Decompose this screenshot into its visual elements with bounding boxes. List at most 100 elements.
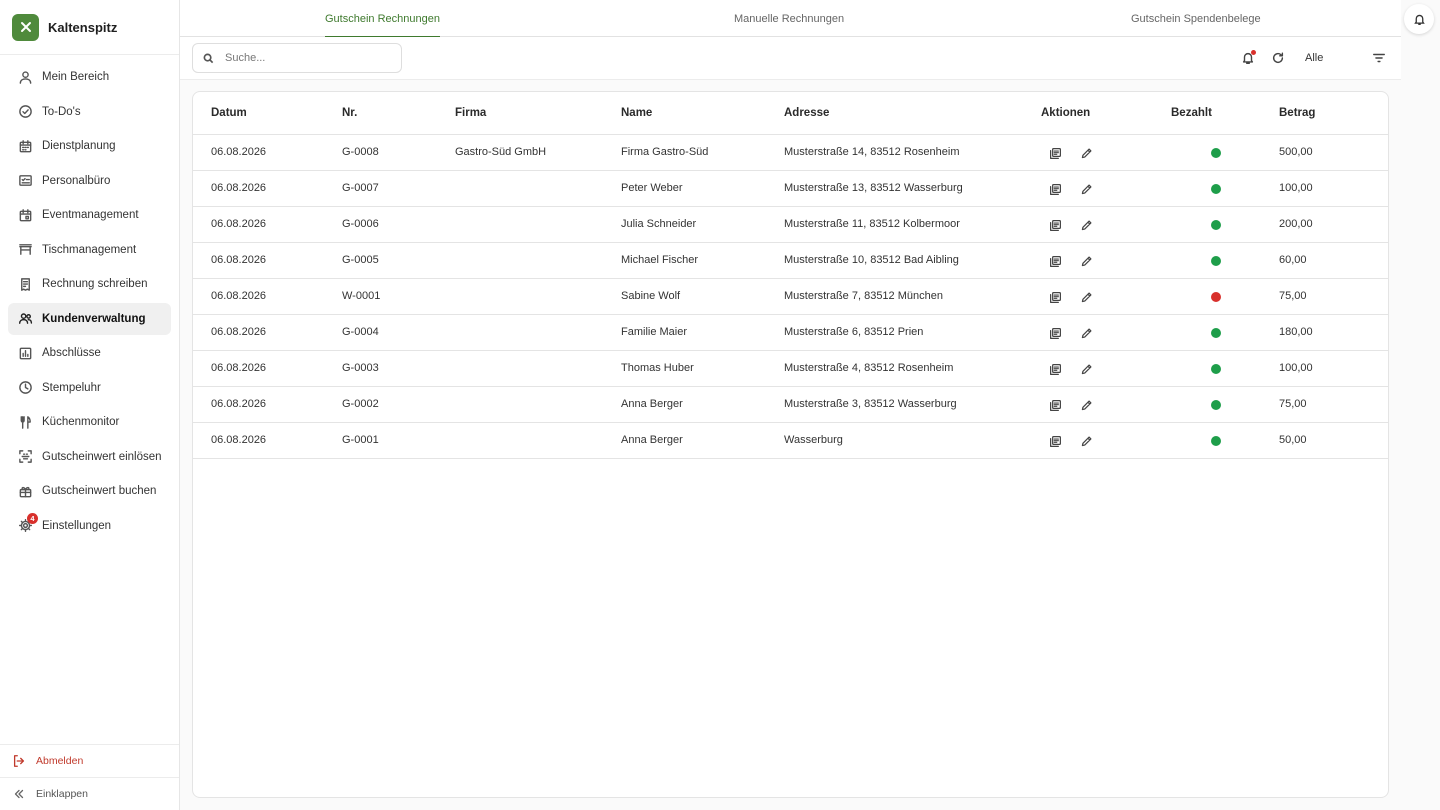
- notification-dot: [1251, 50, 1256, 55]
- view-pdf-icon[interactable]: [1047, 325, 1063, 341]
- sidebar-item-stempeluhr[interactable]: Stempeluhr: [8, 372, 171, 404]
- tab-gutschein-spendenbelege[interactable]: Gutschein Spendenbelege: [1131, 0, 1261, 37]
- cell-adresse: Musterstraße 6, 83512 Prien: [784, 326, 924, 338]
- bell-icon: [1413, 14, 1425, 25]
- status-filter-select[interactable]: Alle: [1305, 52, 1323, 64]
- cell-datum: 06.08.2026: [211, 326, 267, 338]
- unpaid-status-dot: [1211, 292, 1221, 302]
- edit-icon[interactable]: [1078, 289, 1094, 305]
- table-row[interactable]: 06.08.2026 G-0006 Julia Schneider Musterstr…: [193, 207, 1388, 243]
- cell-nr: G-0003: [342, 362, 379, 374]
- app: Kaltenspitz Mein Bereich To-Do's Dienstpla…: [0, 0, 1440, 810]
- edit-icon[interactable]: [1078, 181, 1094, 197]
- edit-icon[interactable]: [1078, 325, 1094, 341]
- sidebar: Kaltenspitz Mein Bereich To-Do's Dienstpla…: [0, 0, 180, 810]
- column-header-betrag[interactable]: Betrag: [1279, 107, 1315, 119]
- cell-adresse: Musterstraße 11, 83512 Kolbermoor: [784, 218, 960, 230]
- view-pdf-icon[interactable]: [1047, 361, 1063, 377]
- table-row[interactable]: 06.08.2026 G-0004 Familie Maier Musterstraß…: [193, 315, 1388, 351]
- cell-datum: 06.08.2026: [211, 218, 267, 230]
- cell-name: Familie Maier: [621, 326, 688, 338]
- view-pdf-icon[interactable]: [1047, 145, 1063, 161]
- edit-icon[interactable]: [1078, 433, 1094, 449]
- notifications-button[interactable]: [1404, 4, 1434, 34]
- refresh-button[interactable]: [1270, 50, 1286, 66]
- sidebar-item-tischmanagement[interactable]: Tischmanagement: [8, 234, 171, 266]
- cell-betrag: 50,00: [1279, 434, 1307, 446]
- sidebar-item-label: Tischmanagement: [42, 243, 137, 256]
- sidebar-item-to-do-s[interactable]: To-Do's: [8, 96, 171, 128]
- search-icon: [203, 53, 214, 63]
- column-header-datum[interactable]: Datum: [211, 107, 247, 119]
- sidebar-item-label: Dienstplanung: [42, 140, 116, 152]
- edit-icon[interactable]: [1078, 361, 1094, 377]
- sidebar-item-rechnung-schreiben[interactable]: Rechnung schreiben: [8, 268, 171, 300]
- table-row[interactable]: 06.08.2026 G-0003 Thomas Huber Musterstraße…: [193, 351, 1388, 387]
- view-pdf-icon[interactable]: [1047, 217, 1063, 233]
- edit-icon[interactable]: [1078, 397, 1094, 413]
- receipt-icon: [17, 276, 33, 292]
- table-row[interactable]: 06.08.2026 G-0007 Peter Weber Musterstraße …: [193, 171, 1388, 207]
- sidebar-item-personalbüro[interactable]: Personalbüro: [8, 165, 171, 197]
- view-pdf-icon[interactable]: [1047, 397, 1063, 413]
- cell-adresse: Musterstraße 3, 83512 Wasserburg: [784, 398, 957, 410]
- cell-datum: 06.08.2026: [211, 398, 267, 410]
- sidebar-item-label: Mein Bereich: [42, 71, 110, 83]
- view-pdf-icon[interactable]: [1047, 433, 1063, 449]
- user-icon: [17, 69, 33, 85]
- sidebar-item-gutscheinwert-einlösen[interactable]: Gutscheinwert einlösen: [8, 441, 171, 473]
- edit-icon[interactable]: [1078, 217, 1094, 233]
- column-header-name[interactable]: Name: [621, 107, 652, 119]
- utensils-icon: [17, 414, 33, 430]
- view-pdf-icon[interactable]: [1047, 253, 1063, 269]
- cell-name: Julia Schneider: [621, 218, 697, 230]
- view-pdf-icon[interactable]: [1047, 181, 1063, 197]
- view-pdf-icon[interactable]: [1047, 289, 1063, 305]
- sidebar-item-abschlüsse[interactable]: Abschlüsse: [8, 337, 171, 369]
- table-row[interactable]: 06.08.2026 W-0001 Sabine Wolf Musterstraße …: [193, 279, 1388, 315]
- collapse-button[interactable]: Einklappen: [0, 777, 179, 810]
- logout-icon: [13, 755, 25, 767]
- cell-datum: 06.08.2026: [211, 434, 267, 446]
- cell-name: Peter Weber: [621, 182, 683, 194]
- sidebar-item-küchenmonitor[interactable]: Küchenmonitor: [8, 406, 171, 438]
- table-row[interactable]: 06.08.2026 G-0002 Anna Berger Musterstraße …: [193, 387, 1388, 423]
- column-header-firma[interactable]: Firma: [455, 107, 486, 119]
- cell-datum: 06.08.2026: [211, 182, 267, 194]
- invoice-table: Datum Nr. Firma Name Adresse Aktionen Be…: [192, 91, 1389, 798]
- logout-button[interactable]: Abmelden: [0, 744, 179, 777]
- column-header-aktionen: Aktionen: [1041, 107, 1091, 119]
- table-row[interactable]: 06.08.2026 G-0001 Anna Berger Wasserburg 50,…: [193, 423, 1388, 459]
- brand[interactable]: Kaltenspitz: [0, 0, 179, 55]
- cell-name: Thomas Huber: [621, 362, 694, 374]
- cell-nr: G-0002: [342, 398, 379, 410]
- paid-status-dot: [1211, 400, 1221, 410]
- cell-name: Sabine Wolf: [621, 290, 681, 302]
- sidebar-item-dienstplanung[interactable]: Dienstplanung: [8, 130, 171, 162]
- alert-bell-button[interactable]: [1240, 50, 1256, 66]
- sidebar-item-gutscheinwert-buchen[interactable]: Gutscheinwert buchen: [8, 475, 171, 507]
- column-header-bezahlt[interactable]: Bezahlt: [1171, 107, 1212, 119]
- x-icon: [12, 13, 39, 41]
- cell-datum: 06.08.2026: [211, 290, 267, 302]
- edit-icon[interactable]: [1078, 253, 1094, 269]
- search-input[interactable]: [225, 52, 385, 64]
- edit-icon[interactable]: [1078, 145, 1094, 161]
- calendar-icon: [17, 138, 33, 154]
- column-header-adresse[interactable]: Adresse: [784, 107, 829, 119]
- sidebar-item-mein-bereich[interactable]: Mein Bereich: [8, 61, 171, 93]
- sidebar-item-label: Personalbüro: [42, 174, 111, 187]
- table-row[interactable]: 06.08.2026 G-0005 Michael Fischer Musterstr…: [193, 243, 1388, 279]
- sidebar-item-einstellungen[interactable]: Einstellungen 4: [8, 510, 171, 542]
- cell-datum: 06.08.2026: [211, 254, 267, 266]
- tab-gutschein-rechnungen[interactable]: Gutschein Rechnungen: [325, 0, 440, 38]
- logout-label: Abmelden: [36, 755, 84, 767]
- table-row[interactable]: 06.08.2026 G-0008 Gastro-Süd GmbH Firma Gas…: [193, 135, 1388, 171]
- sidebar-item-kundenverwaltung[interactable]: Kundenverwaltung: [8, 302, 171, 335]
- tab-manuelle-rechnungen[interactable]: Manuelle Rechnungen: [734, 0, 844, 37]
- cell-betrag: 75,00: [1279, 398, 1307, 410]
- column-header-nr[interactable]: Nr.: [342, 107, 357, 119]
- sidebar-item-eventmanagement[interactable]: Eventmanagement: [8, 199, 171, 231]
- filter-button[interactable]: [1371, 50, 1387, 66]
- paid-status-dot: [1211, 328, 1221, 338]
